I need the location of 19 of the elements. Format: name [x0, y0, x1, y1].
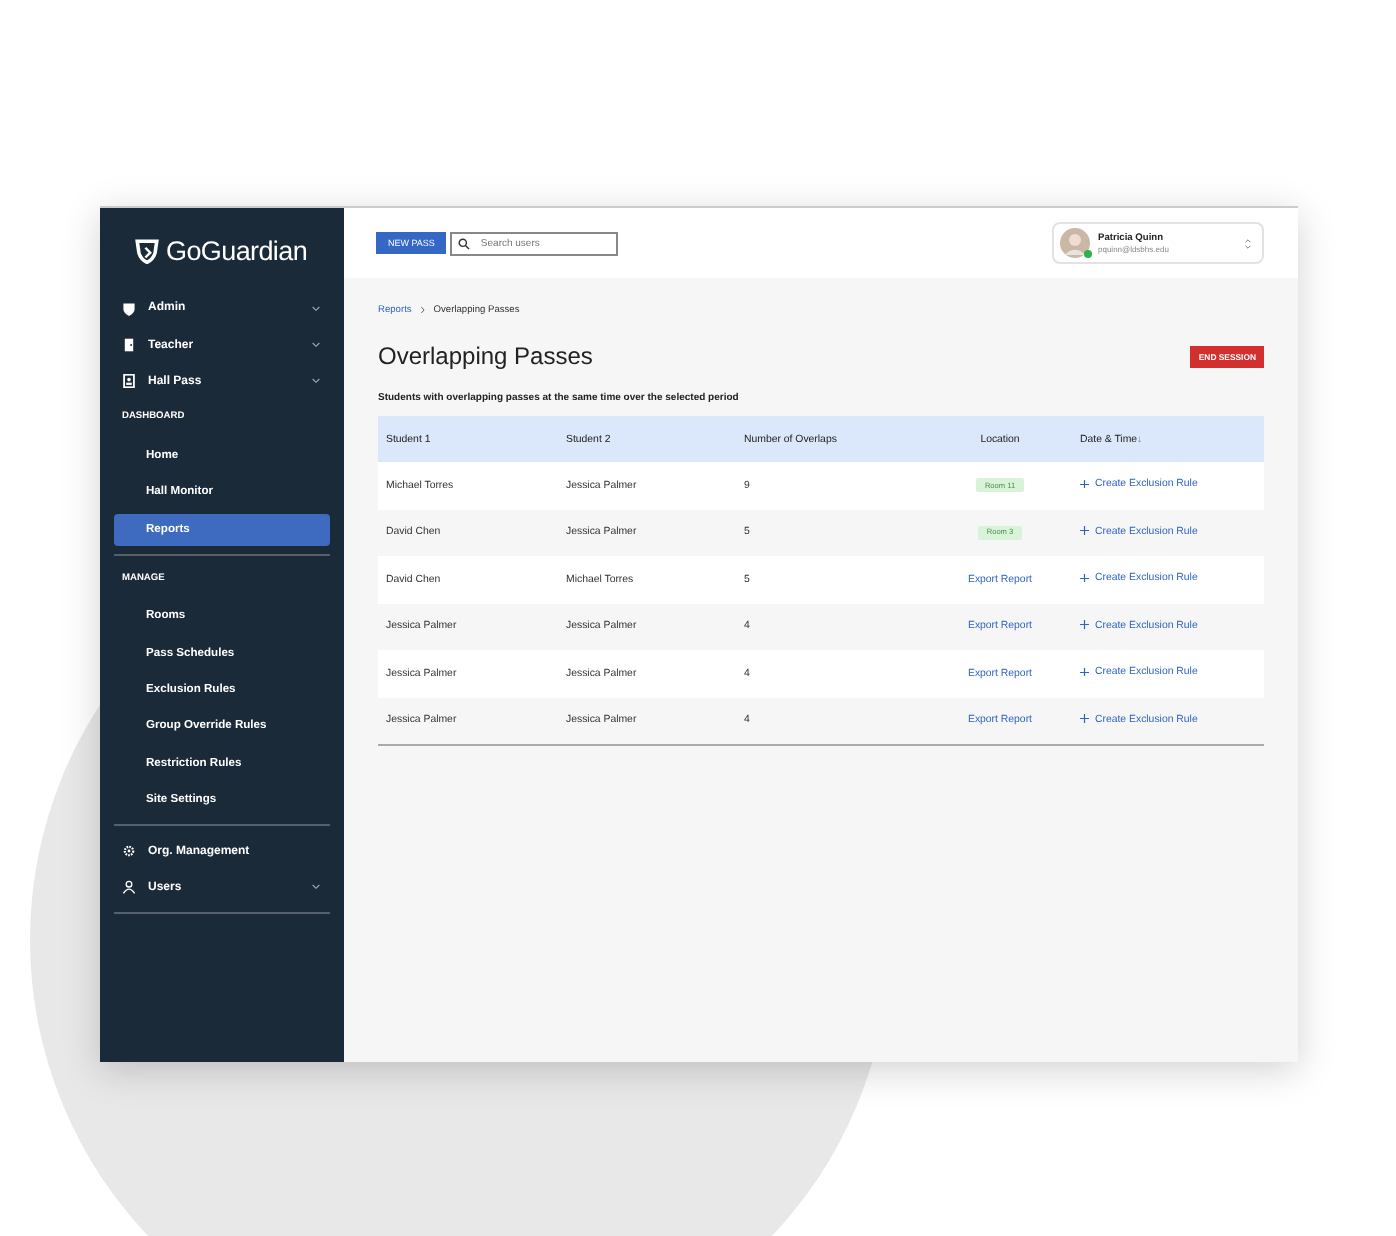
avatar [1060, 228, 1090, 258]
plus-icon [1080, 667, 1089, 677]
up-down-chevron-icon [1244, 237, 1252, 249]
door-icon [122, 338, 136, 353]
online-status-icon [1084, 250, 1092, 258]
chevron-right-icon [419, 306, 426, 314]
plus-icon [1080, 526, 1089, 536]
user-icon [122, 880, 136, 895]
plus-icon [1080, 479, 1089, 489]
page-title: Overlapping Passes [378, 342, 593, 370]
id-badge-icon [122, 374, 136, 389]
shield-logo-icon [134, 237, 160, 263]
plus-icon [1080, 573, 1089, 583]
search-icon [458, 237, 471, 249]
shield-icon [122, 301, 136, 316]
gear-icon [122, 844, 136, 859]
plus-icon [1080, 714, 1089, 724]
logo-text: GoGuardian [166, 235, 308, 265]
plus-icon [1080, 620, 1089, 630]
